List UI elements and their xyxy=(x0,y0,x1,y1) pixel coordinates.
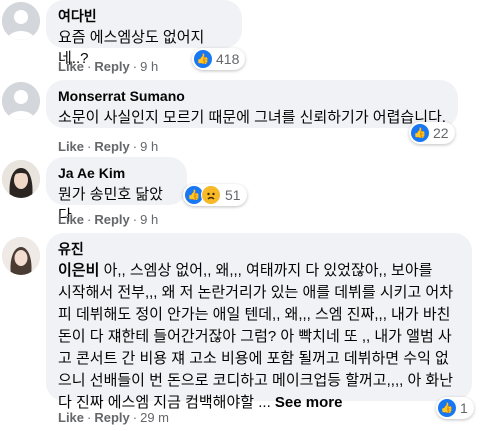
separator: · xyxy=(132,139,138,154)
like-icon: 👍 xyxy=(194,50,212,68)
avatar[interactable] xyxy=(2,237,40,275)
like-button[interactable]: Like xyxy=(58,59,84,74)
comment-line: 시작해서 전부,,, 왜 저 논란거리가 있는 애를 데뷔를 시키고 어차 xyxy=(58,284,454,301)
like-icon: 👍 xyxy=(411,124,429,142)
comment-line: 돈이 다 쟤한테 들어간거잖아 그럼? 아 빡치네 또 ,, 내가 앨범 사 xyxy=(58,328,452,345)
like-button[interactable]: Like xyxy=(58,139,84,154)
comment-line: 고 콘서트 간 비용 쟤 고소 비용에 포함 될꺼고 데뷔하면 수익 없 xyxy=(58,350,449,367)
reaction-count: 1 xyxy=(460,400,468,416)
comment-line: 으니 선배들이 번 돈으로 코디하고 메이크업등 할꺼고,,,, 아 화난 xyxy=(58,372,454,389)
commenter-name[interactable]: Monserrat Sumano xyxy=(58,87,446,105)
timestamp[interactable]: 29 m xyxy=(140,410,169,425)
like-button[interactable]: Like xyxy=(58,212,84,227)
comment-actions: Like · Reply · 9 h xyxy=(58,212,158,227)
sad-face-icon xyxy=(207,192,215,200)
reply-button[interactable]: Reply xyxy=(94,139,129,154)
avatar[interactable] xyxy=(2,2,40,40)
profile-photo-icon xyxy=(2,160,40,198)
comment-text: 소문이 사실인지 모르기 때문에 그녀를 신뢰하기가 어렵습니다. xyxy=(58,109,446,126)
timestamp[interactable]: 9 h xyxy=(140,59,158,74)
separator: · xyxy=(132,59,138,74)
separator: · xyxy=(87,212,92,227)
reply-button[interactable]: Reply xyxy=(94,410,129,425)
reaction-count: 418 xyxy=(216,51,240,67)
comment-bubble: 유진 이은비 아,, 스엠상 없어,, 왜,,, 여태까지 다 있었잖아,, 보… xyxy=(46,233,472,411)
avatar[interactable] xyxy=(2,160,40,198)
timestamp[interactable]: 9 h xyxy=(140,212,158,227)
separator: · xyxy=(87,410,92,425)
like-button[interactable]: Like xyxy=(58,410,84,425)
reaction-summary[interactable]: 👍 1 xyxy=(436,397,474,419)
separator: · xyxy=(87,59,92,74)
default-avatar-icon xyxy=(2,82,40,120)
see-more-link[interactable]: See more xyxy=(275,394,343,411)
avatar[interactable] xyxy=(2,82,40,120)
timestamp[interactable]: 9 h xyxy=(140,139,158,154)
comment-actions: Like · Reply · 9 h xyxy=(58,139,158,154)
comment-line: 피 데뷔해도 정이 안가는 애일 텐데,, 왜,,, 스엠 진짜,,, 내가 바… xyxy=(58,306,451,323)
commenter-name[interactable]: Ja Ae Kim xyxy=(58,164,175,182)
default-avatar-icon xyxy=(2,2,40,40)
comment-line: 다 진짜 에스엠 지금 컴백해야할 ... xyxy=(58,394,275,411)
profile-photo-icon xyxy=(2,237,40,275)
like-icon: 👍 xyxy=(438,399,456,417)
comment-line: 아,, 스엠상 없어,, 왜,,, 여태까지 다 있었잖아,, 보아를 xyxy=(99,262,433,279)
comment-actions: Like · Reply · 29 m xyxy=(58,410,169,425)
comment-text: 이은비 아,, 스엠상 없어,, 왜,,, 여태까지 다 있었잖아,, 보아를 … xyxy=(58,260,460,414)
commenter-name[interactable]: 유진 xyxy=(58,240,460,258)
reaction-summary[interactable]: 👍 51 xyxy=(183,184,247,206)
separator: · xyxy=(87,139,92,154)
comment-actions: Like · Reply · 9 h xyxy=(58,59,158,74)
comment-bubble: 여다빈 요즘 에스엠상도 없어지네..? xyxy=(46,0,242,67)
reaction-count: 22 xyxy=(433,125,449,141)
commenter-name[interactable]: 여다빈 xyxy=(58,7,230,25)
separator: · xyxy=(132,410,138,425)
reaction-count: 51 xyxy=(225,187,241,203)
reply-button[interactable]: Reply xyxy=(94,212,129,227)
reply-button[interactable]: Reply xyxy=(94,59,129,74)
separator: · xyxy=(132,212,138,227)
reaction-summary[interactable]: 👍 418 xyxy=(192,48,246,70)
comment-bubble: Ja Ae Kim 뭔가 송민호 닮았다 xyxy=(46,157,187,224)
comment-bubble: Monserrat Sumano 소문이 사실인지 모르기 때문에 그녀를 신뢰… xyxy=(46,80,458,128)
reaction-summary[interactable]: 👍 22 xyxy=(409,122,455,144)
mention-link[interactable]: 이은비 xyxy=(58,262,99,279)
sad-icon xyxy=(201,185,221,205)
